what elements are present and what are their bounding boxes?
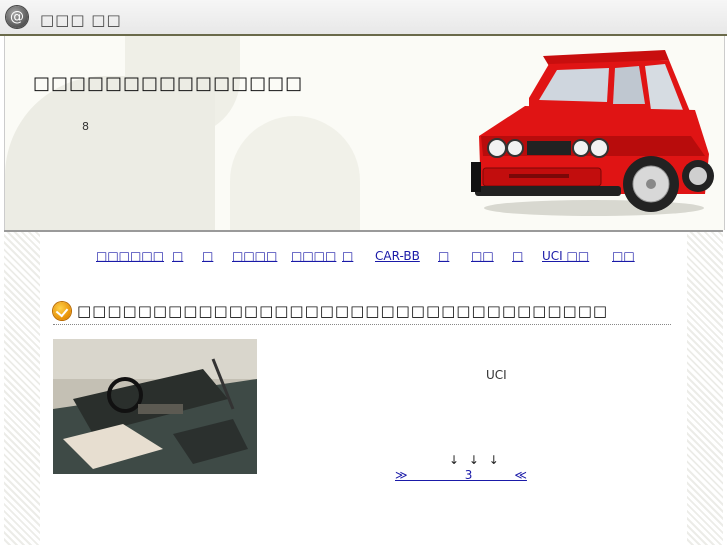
- nav-link[interactable]: □: [202, 249, 213, 263]
- title-bar: @ □□□ □□: [0, 0, 727, 36]
- nav-link[interactable]: □□□□: [232, 249, 277, 263]
- nav-link[interactable]: □: [438, 249, 449, 263]
- banner-headline: □□□□□□□□□□□□□□□: [33, 73, 304, 94]
- check-icon: [53, 302, 71, 320]
- main-content: □□□□□□ □ □ □□□□ □□□□ □ CAR-BB □ □□ □ UCI…: [4, 232, 723, 545]
- banner-count: 8: [82, 120, 89, 133]
- more-link[interactable]: ≫ 3 ≪: [395, 468, 527, 482]
- nav-link-uci[interactable]: UCI □□: [542, 249, 589, 263]
- banner-decoration: [230, 116, 360, 230]
- section-title: □□□□□□□□□□□□□□□□□□□□□□□□□□□□□□□□□□□: [77, 302, 609, 320]
- nav-link[interactable]: □□□□□□: [96, 249, 164, 263]
- section-heading: □□□□□□□□□□□□□□□□□□□□□□□□□□□□□□□□□□□: [53, 301, 671, 325]
- right-stripe: [687, 232, 723, 545]
- red-car-illustration: [471, 50, 714, 216]
- header-banner: □□□□□□□□□□□□□□□ 8: [4, 36, 725, 230]
- nav-link[interactable]: □: [342, 249, 353, 263]
- nav-link[interactable]: □□□□: [291, 249, 336, 263]
- down-arrows: ↓ ↓ ↓: [449, 453, 499, 467]
- nav-link-car-bb[interactable]: CAR-BB: [375, 249, 420, 263]
- car-interior-photo: [53, 339, 257, 474]
- nav-link[interactable]: □□: [612, 249, 635, 263]
- nav-menu: □□□□□□ □ □ □□□□ □□□□ □ CAR-BB □ □□ □ UCI…: [4, 249, 723, 265]
- site-title[interactable]: □□□ □□: [40, 11, 122, 29]
- nav-link[interactable]: □□: [471, 249, 494, 263]
- nav-link[interactable]: □: [172, 249, 183, 263]
- nav-link[interactable]: □: [512, 249, 523, 263]
- left-stripe: [4, 232, 40, 545]
- at-sign-icon[interactable]: @: [6, 6, 28, 28]
- uci-label: UCI: [486, 368, 507, 382]
